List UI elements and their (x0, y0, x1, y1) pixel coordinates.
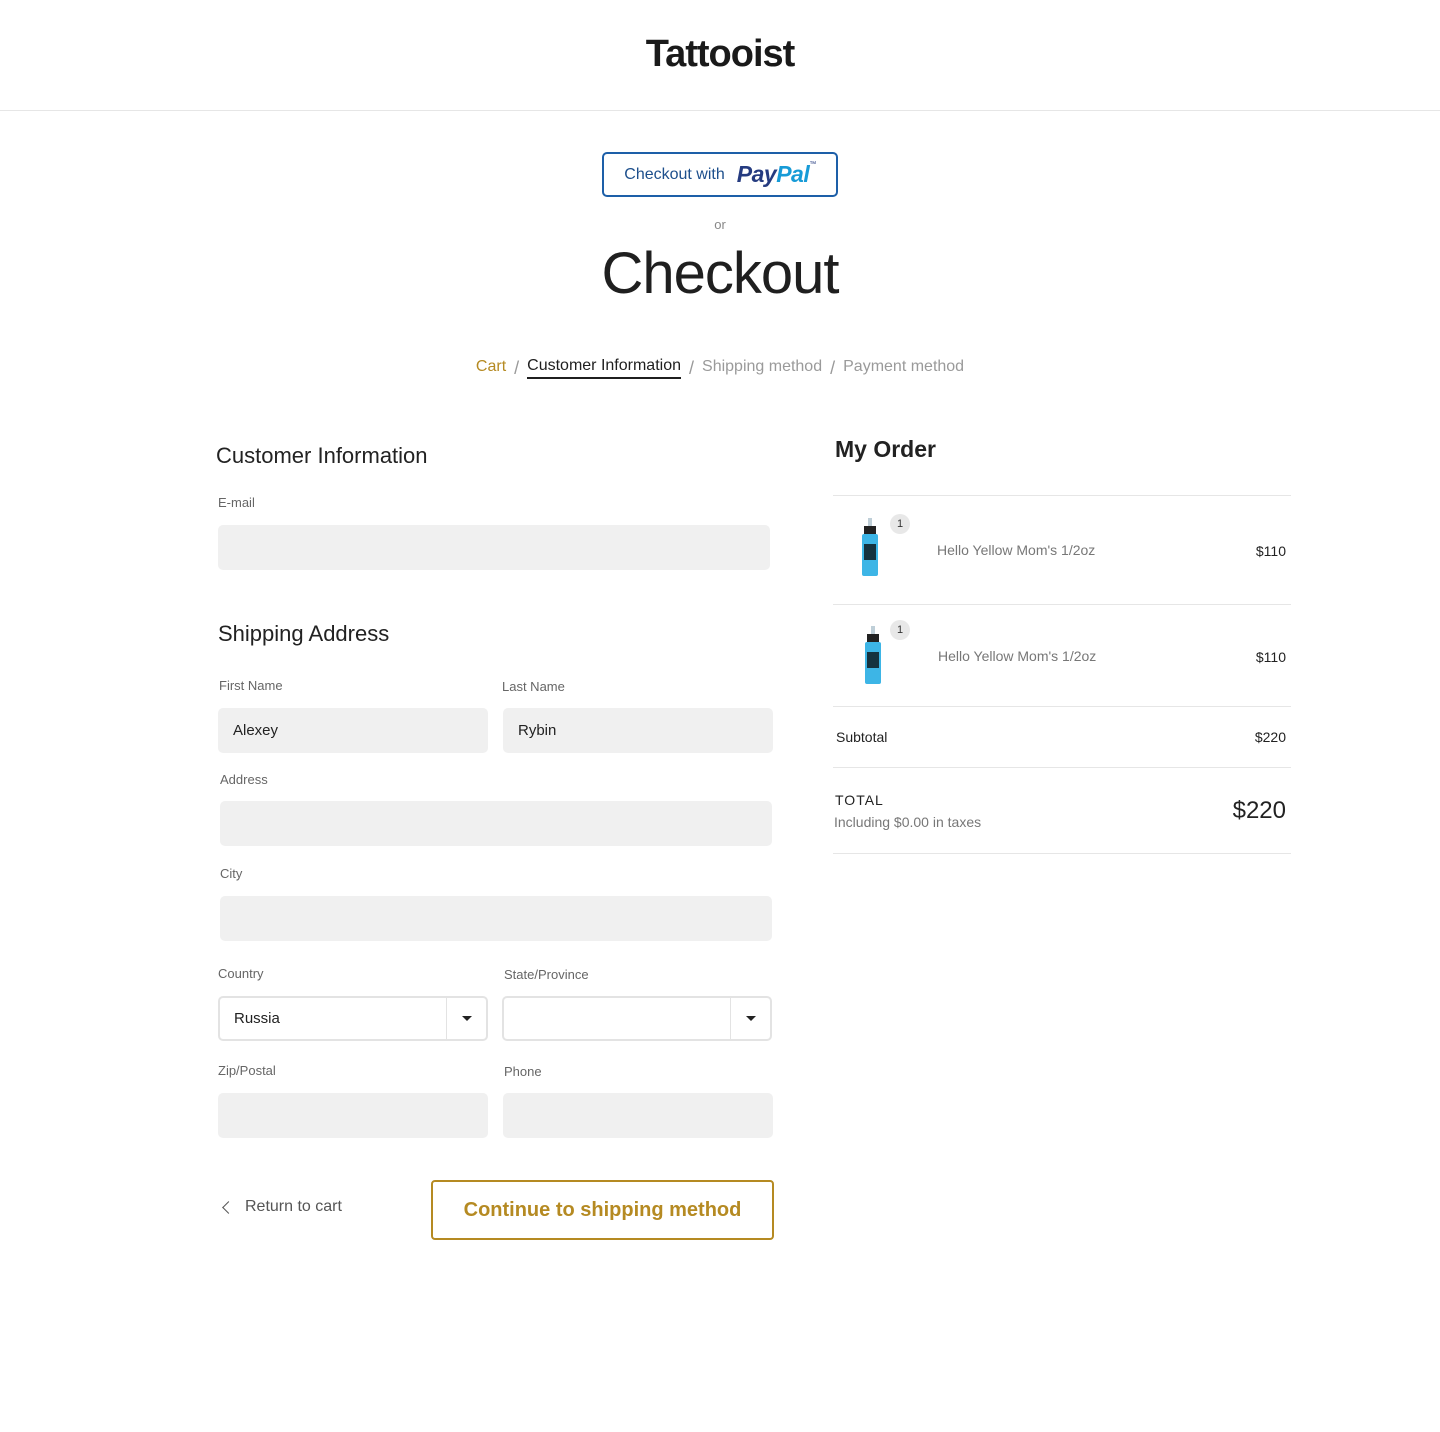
address-label: Address (220, 772, 268, 787)
paypal-button-label: Checkout with (624, 165, 725, 183)
breadcrumb-payment-method[interactable]: Payment method (843, 358, 964, 378)
phone-field[interactable] (503, 1093, 773, 1138)
breadcrumb-shipping-method[interactable]: Shipping method (702, 358, 822, 378)
country-dropdown-arrow[interactable] (446, 998, 486, 1039)
zip-field[interactable] (218, 1093, 488, 1138)
country-selected-value: Russia (234, 1010, 280, 1027)
breadcrumb-customer-information[interactable]: Customer Information (527, 357, 681, 379)
order-divider (833, 853, 1291, 854)
customer-info-title: Customer Information (216, 443, 428, 468)
first-name-field[interactable] (218, 708, 488, 753)
chevron-left-icon (222, 1200, 235, 1214)
state-label: State/Province (504, 967, 589, 982)
total-value: $220 (1232, 797, 1286, 824)
return-to-cart-link[interactable]: Return to cart (220, 1198, 342, 1216)
product-thumbnail (862, 518, 878, 576)
caret-down-icon (461, 1016, 472, 1021)
order-item-name: Hello Yellow Mom's 1/2oz (937, 542, 1096, 558)
breadcrumb-separator: / (689, 357, 695, 378)
country-select[interactable]: Russia (218, 996, 488, 1041)
breadcrumb-cart[interactable]: Cart (476, 358, 506, 378)
order-item-name: Hello Yellow Mom's 1/2oz (938, 648, 1097, 664)
zip-label: Zip/Postal (218, 1063, 276, 1078)
site-logo[interactable]: Tattooist (0, 33, 1440, 76)
subtotal-value: $220 (1254, 729, 1286, 745)
total-label: TOTAL (835, 792, 884, 808)
phone-label: Phone (504, 1064, 542, 1079)
order-divider (833, 604, 1291, 605)
tax-note: Including $0.00 in taxes (834, 814, 982, 830)
paypal-checkout-button[interactable]: Checkout with PayPal™ (602, 152, 838, 197)
quantity-badge: 1 (890, 620, 910, 640)
my-order-title: My Order (835, 436, 936, 462)
or-divider-text: or (714, 217, 726, 232)
quantity-badge: 1 (890, 514, 910, 534)
last-name-field[interactable] (503, 708, 773, 753)
state-select[interactable] (502, 996, 772, 1041)
subtotal-label: Subtotal (836, 729, 888, 745)
state-dropdown-arrow[interactable] (730, 998, 770, 1039)
site-header: Tattooist (0, 0, 1440, 111)
order-divider (833, 767, 1291, 768)
email-label: E-mail (218, 495, 255, 510)
paypal-logo: PayPal™ (736, 161, 816, 187)
order-divider (833, 706, 1291, 707)
country-label: Country (218, 966, 264, 981)
email-field[interactable] (218, 525, 770, 570)
breadcrumb-separator: / (514, 357, 520, 378)
continue-to-shipping-button[interactable]: Continue to shipping method (431, 1180, 774, 1240)
first-name-label: First Name (219, 678, 283, 693)
checkout-breadcrumb: Cart / Customer Information / Shipping m… (0, 357, 1440, 379)
order-item-price: $110 (1255, 543, 1286, 559)
address-field[interactable] (220, 801, 772, 846)
city-label: City (220, 866, 243, 881)
return-to-cart-label: Return to cart (245, 1198, 342, 1215)
last-name-label: Last Name (502, 679, 565, 694)
shipping-address-title: Shipping Address (218, 621, 390, 646)
order-item-price: $110 (1255, 649, 1286, 665)
order-divider (833, 495, 1291, 496)
page-title: Checkout (601, 241, 839, 306)
breadcrumb-separator: / (830, 357, 836, 378)
product-thumbnail (865, 626, 881, 684)
caret-down-icon (745, 1016, 756, 1021)
city-field[interactable] (220, 896, 772, 941)
